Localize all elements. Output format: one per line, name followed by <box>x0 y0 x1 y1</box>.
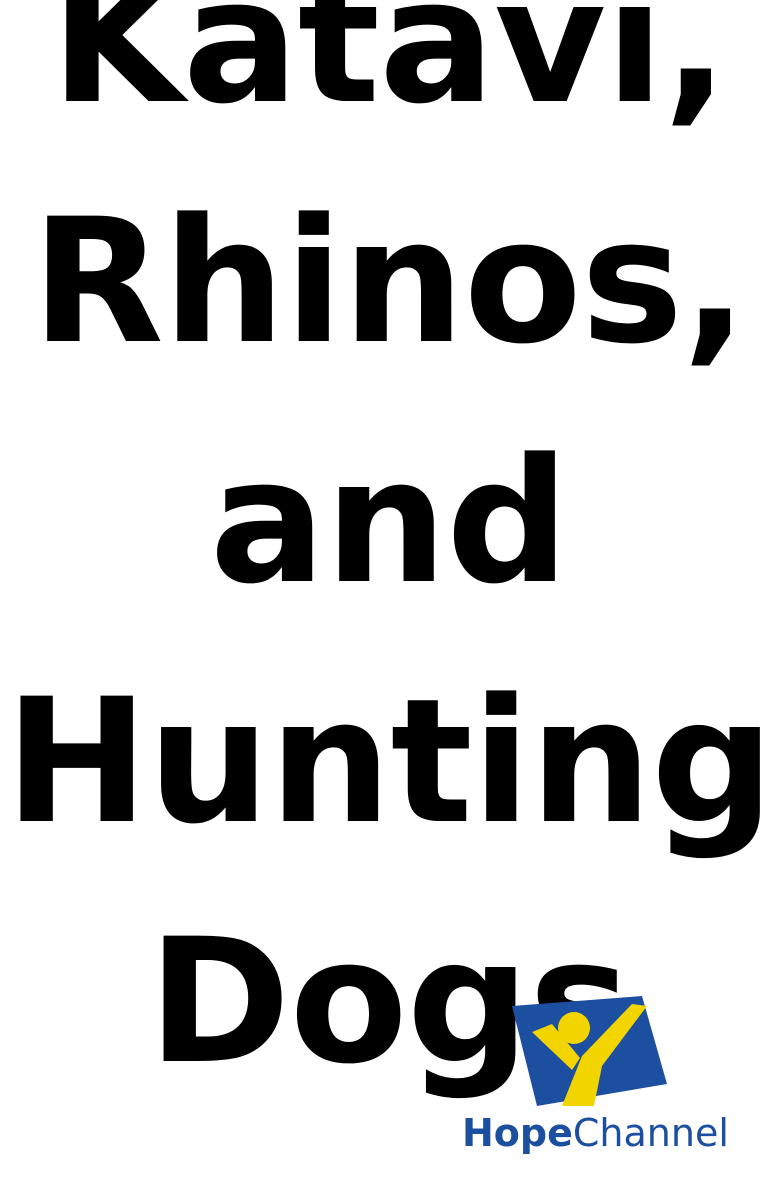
wordmark-hope: Hope <box>462 1111 573 1155</box>
hope-channel-logo: HopeChannel <box>462 996 729 1166</box>
wordmark-channel: Channel <box>572 1111 729 1155</box>
title-card: Katavi, Rhinos, and Hunting Dogs HopeCha… <box>0 0 778 1200</box>
title-line-2: Rhinos, <box>31 181 747 382</box>
title-line-4: Hunting <box>4 661 775 862</box>
title-line-1: Katavi, <box>50 0 728 142</box>
hope-channel-wordmark: HopeChannel <box>462 1111 729 1155</box>
title-line-3: and <box>209 421 570 622</box>
hope-channel-mark-icon <box>512 996 667 1106</box>
